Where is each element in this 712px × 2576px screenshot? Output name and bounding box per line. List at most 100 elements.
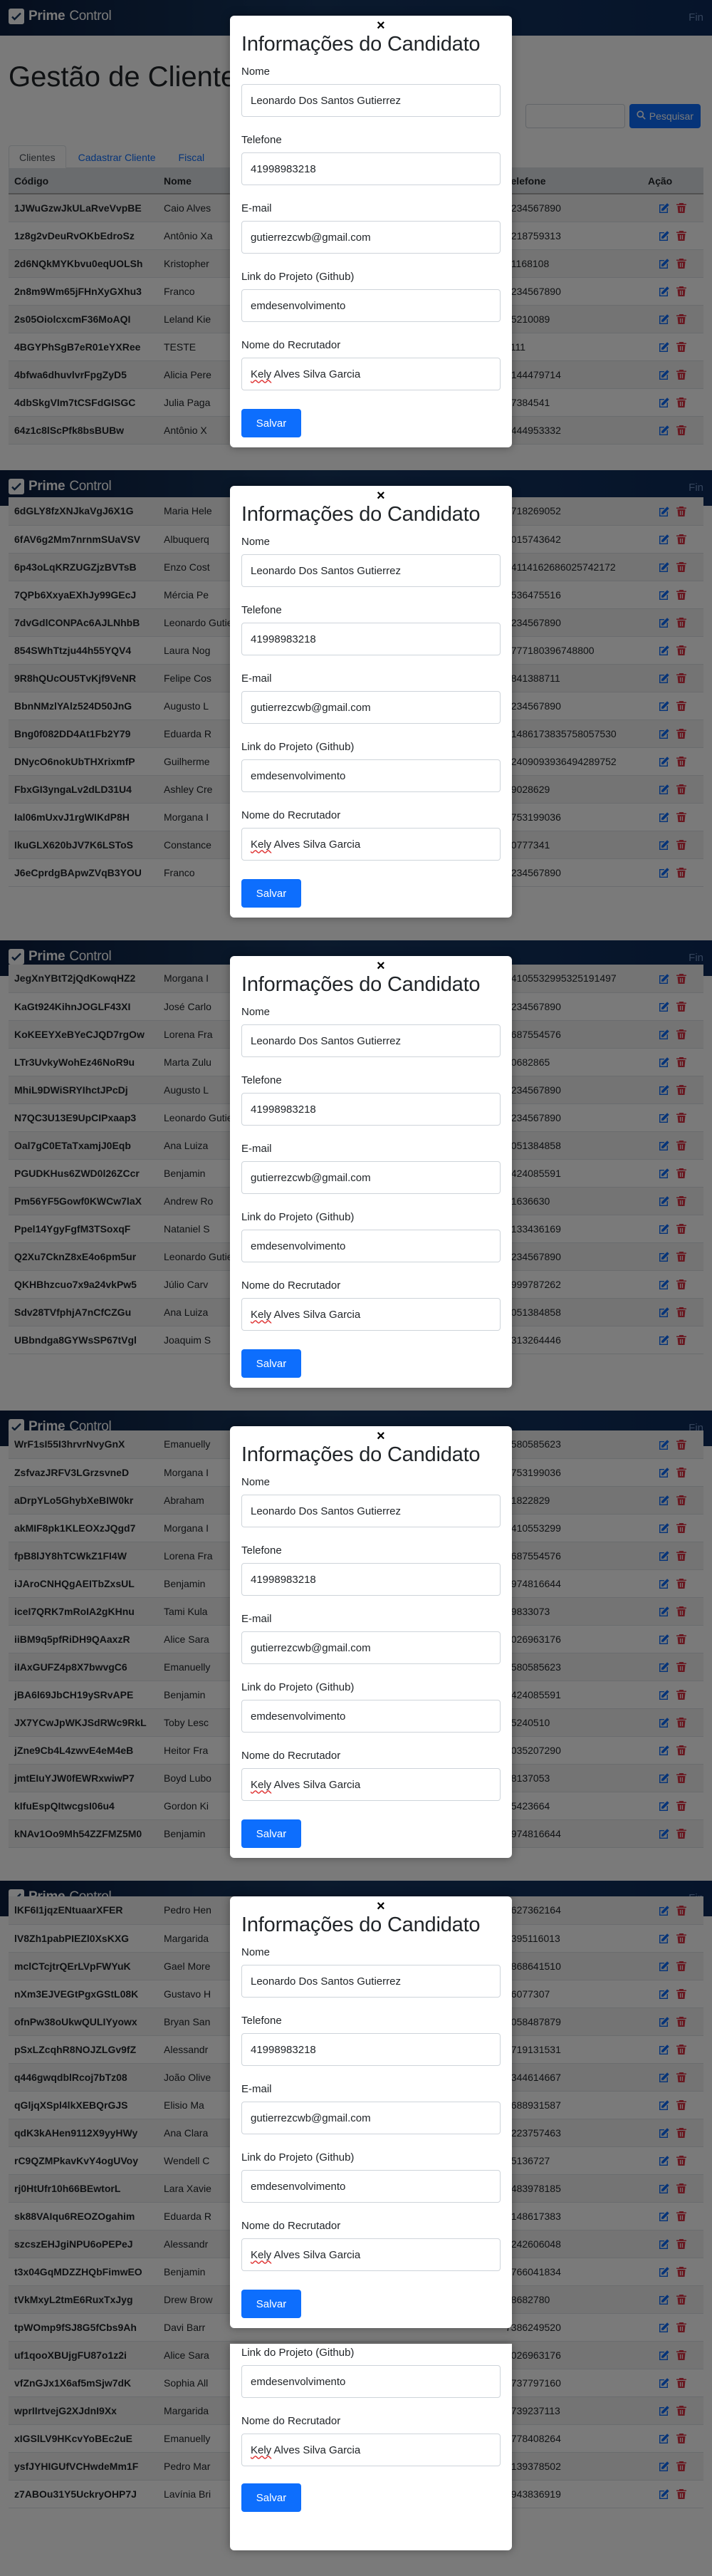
trash-icon[interactable] [676, 1522, 687, 1534]
name-field[interactable]: Leonardo Dos Santos Gutierrez [241, 554, 501, 587]
name-field[interactable]: Leonardo Dos Santos Gutierrez [241, 1965, 501, 1998]
tab-2[interactable]: Fiscal [168, 145, 216, 168]
nav-link-right[interactable]: Fin [689, 952, 703, 964]
edit-icon[interactable] [659, 867, 670, 878]
edit-icon[interactable] [659, 258, 670, 269]
edit-icon[interactable] [659, 2072, 670, 2083]
search-input[interactable] [525, 104, 625, 128]
edit-icon[interactable] [659, 230, 670, 242]
edit-icon[interactable] [659, 2211, 670, 2222]
edit-icon[interactable] [659, 1029, 670, 1040]
edit-icon[interactable] [659, 1606, 670, 1617]
trash-icon[interactable] [676, 534, 687, 545]
edit-icon[interactable] [659, 1634, 670, 1645]
recruiter-field[interactable]: Kely Alves Silva Garcia [241, 2434, 501, 2466]
phone-field[interactable]: 41998983218 [241, 152, 501, 185]
trash-icon[interactable] [676, 1550, 687, 1562]
recruiter-field[interactable]: Kely Alves Silva Garcia [241, 1298, 501, 1331]
edit-icon[interactable] [659, 425, 670, 436]
tab-1[interactable]: Cadastrar Cliente [68, 145, 167, 168]
save-button[interactable]: Salvar [241, 879, 301, 908]
edit-icon[interactable] [659, 313, 670, 325]
trash-icon[interactable] [676, 1661, 687, 1673]
trash-icon[interactable] [676, 2016, 687, 2027]
trash-icon[interactable] [676, 2211, 687, 2222]
edit-icon[interactable] [659, 2433, 670, 2444]
edit-icon[interactable] [659, 1495, 670, 1506]
close-icon[interactable]: × [377, 1899, 385, 1913]
trash-icon[interactable] [676, 1578, 687, 1589]
github-link-field[interactable]: emdesenvolvimento [241, 2170, 501, 2203]
edit-icon[interactable] [659, 1439, 670, 1450]
trash-icon[interactable] [676, 672, 687, 684]
trash-icon[interactable] [676, 2294, 687, 2305]
edit-icon[interactable] [659, 1056, 670, 1068]
name-field[interactable]: Leonardo Dos Santos Gutierrez [241, 84, 501, 117]
edit-icon[interactable] [659, 839, 670, 851]
edit-icon[interactable] [659, 2155, 670, 2166]
github-link-field[interactable]: emdesenvolvimento [241, 289, 501, 322]
trash-icon[interactable] [676, 1140, 687, 1151]
trash-icon[interactable] [676, 2099, 687, 2111]
trash-icon[interactable] [676, 2405, 687, 2416]
save-button[interactable]: Salvar [241, 2483, 301, 2512]
close-icon[interactable]: × [377, 489, 385, 503]
edit-icon[interactable] [659, 1661, 670, 1673]
trash-icon[interactable] [676, 1334, 687, 1346]
edit-icon[interactable] [659, 1828, 670, 1839]
trash-icon[interactable] [676, 1168, 687, 1179]
trash-icon[interactable] [676, 286, 687, 297]
nav-link-right[interactable]: Fin [689, 482, 703, 494]
close-icon[interactable]: × [377, 19, 385, 33]
edit-icon[interactable] [659, 2238, 670, 2250]
edit-icon[interactable] [659, 1933, 670, 1944]
trash-icon[interactable] [676, 1307, 687, 1318]
edit-icon[interactable] [659, 1800, 670, 1812]
github-link-field[interactable]: emdesenvolvimento [241, 1230, 501, 1262]
edit-icon[interactable] [659, 700, 670, 712]
trash-icon[interactable] [676, 2155, 687, 2166]
edit-icon[interactable] [659, 2016, 670, 2027]
brand-link[interactable]: PrimeControl [9, 9, 112, 24]
edit-icon[interactable] [659, 2127, 670, 2139]
edit-icon[interactable] [659, 506, 670, 517]
phone-field[interactable]: 41998983218 [241, 1093, 501, 1126]
trash-icon[interactable] [676, 202, 687, 214]
edit-icon[interactable] [659, 589, 670, 601]
name-field[interactable]: Leonardo Dos Santos Gutierrez [241, 1024, 501, 1057]
trash-icon[interactable] [676, 1689, 687, 1700]
edit-icon[interactable] [659, 2183, 670, 2194]
trash-icon[interactable] [676, 617, 687, 628]
edit-icon[interactable] [659, 1195, 670, 1207]
brand-link[interactable]: PrimeControl [9, 479, 112, 494]
edit-icon[interactable] [659, 1140, 670, 1151]
trash-icon[interactable] [676, 1112, 687, 1123]
trash-icon[interactable] [676, 2461, 687, 2472]
edit-icon[interactable] [659, 645, 670, 656]
edit-icon[interactable] [659, 1960, 670, 1972]
trash-icon[interactable] [676, 1800, 687, 1812]
edit-icon[interactable] [659, 1578, 670, 1589]
trash-icon[interactable] [676, 1195, 687, 1207]
edit-icon[interactable] [659, 1223, 670, 1235]
nav-link-right[interactable]: Fin [689, 11, 703, 24]
email-field[interactable]: gutierrezcwb@gmail.com [241, 1161, 501, 1194]
edit-icon[interactable] [659, 2044, 670, 2055]
trash-icon[interactable] [676, 1960, 687, 1972]
edit-icon[interactable] [659, 2099, 670, 2111]
edit-icon[interactable] [659, 1307, 670, 1318]
edit-icon[interactable] [659, 2322, 670, 2333]
trash-icon[interactable] [676, 2238, 687, 2250]
edit-icon[interactable] [659, 2349, 670, 2361]
trash-icon[interactable] [676, 2044, 687, 2055]
edit-icon[interactable] [659, 1112, 670, 1123]
trash-icon[interactable] [676, 1251, 687, 1262]
trash-icon[interactable] [676, 369, 687, 380]
edit-icon[interactable] [659, 1772, 670, 1784]
recruiter-field[interactable]: Kely Alves Silva Garcia [241, 1768, 501, 1801]
github-link-field[interactable]: emdesenvolvimento [241, 2365, 501, 2398]
trash-icon[interactable] [676, 2127, 687, 2139]
trash-icon[interactable] [676, 561, 687, 573]
trash-icon[interactable] [676, 811, 687, 823]
trash-icon[interactable] [676, 1467, 687, 1478]
